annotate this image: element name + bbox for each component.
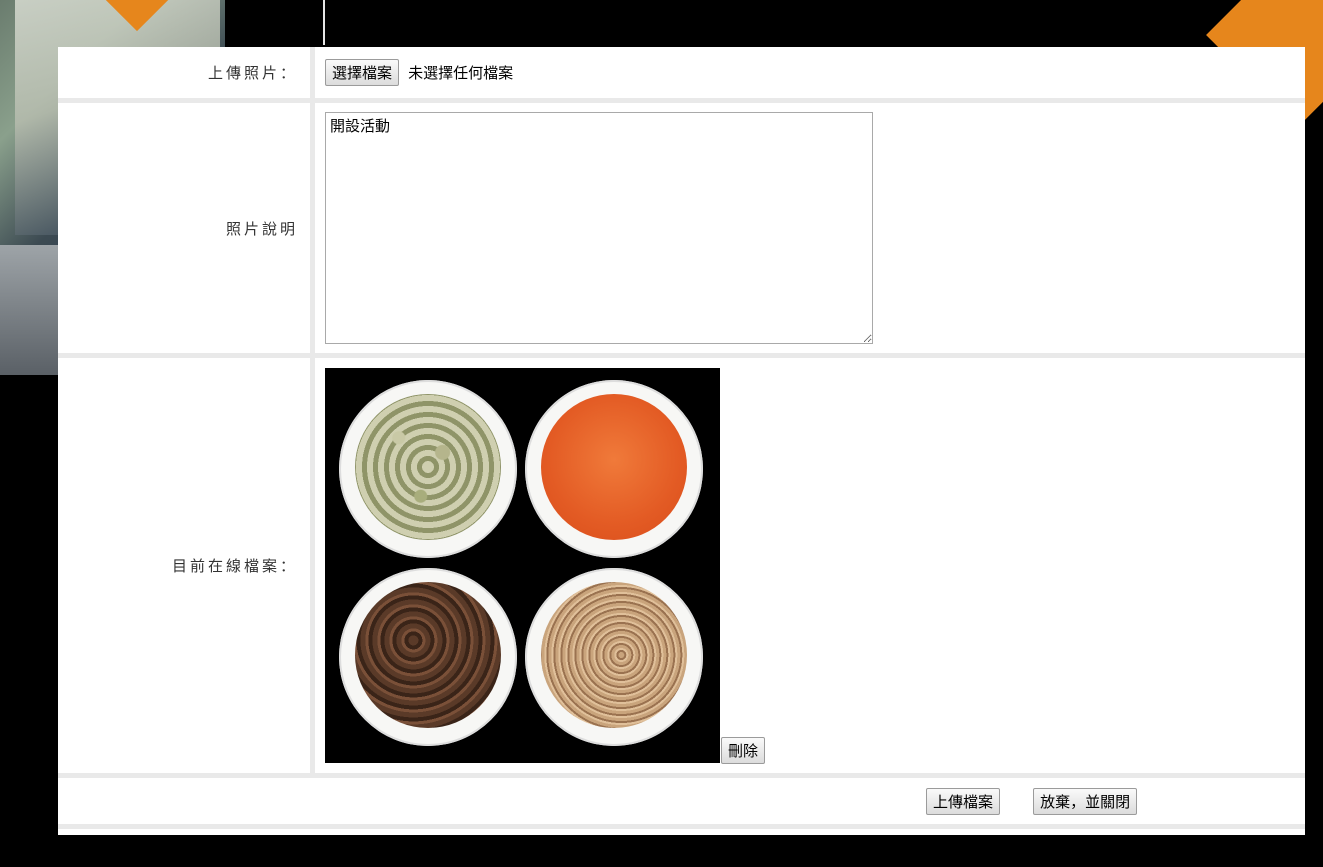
bowl-coriander [525,568,703,746]
photo-edit-modal: 上傳照片： 選擇檔案 未選擇任何檔案 照片說明 目前在線檔案： [58,47,1305,835]
current-file-label: 目前在線檔案： [58,355,315,778]
actions-cell: 上傳檔案 放棄，並關閉 [58,775,1305,829]
description-textarea[interactable] [325,112,873,344]
description-label: 照片說明 [58,100,315,358]
photo-form: 上傳照片： 選擇檔案 未選擇任何檔案 照片說明 目前在線檔案： [58,47,1305,829]
bowl-allspice [339,568,517,746]
upload-label: 上傳照片： [58,47,315,103]
actions-row: 上傳檔案 放棄，並關閉 [58,775,1305,829]
current-file-cell: 刪除 [312,355,1305,778]
file-status-text: 未選擇任何檔案 [408,64,514,82]
background-panel [0,245,58,375]
background-divider [323,0,325,45]
file-input-cell: 選擇檔案 未選擇任何檔案 [312,47,1305,103]
cancel-close-button[interactable]: 放棄，並關閉 [1033,787,1138,815]
upload-row: 上傳照片： 選擇檔案 未選擇任何檔案 [58,47,1305,103]
bowl-paprika [525,380,703,558]
current-file-row: 目前在線檔案： 刪除 [58,355,1305,778]
delete-button[interactable]: 刪除 [721,737,766,764]
bowl-cardamom [339,380,517,558]
description-row: 照片說明 [58,100,1305,358]
choose-file-button[interactable]: 選擇檔案 [325,59,400,86]
description-cell [312,100,1305,358]
current-photo [325,368,720,763]
upload-file-button[interactable]: 上傳檔案 [926,787,1001,815]
